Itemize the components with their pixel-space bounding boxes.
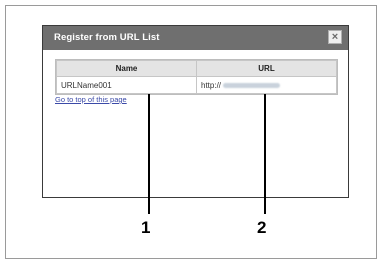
table-header-row: Name URL bbox=[56, 60, 337, 77]
callout-line-2 bbox=[264, 94, 266, 214]
close-button[interactable]: × bbox=[328, 30, 342, 44]
go-to-top-link[interactable]: Go to top of this page bbox=[55, 95, 127, 104]
dialog-title: Register from URL List bbox=[54, 32, 160, 43]
callout-label-2: 2 bbox=[257, 218, 267, 237]
callout-label-1: 1 bbox=[141, 218, 151, 237]
table-row[interactable]: URLName001 http:// bbox=[56, 76, 337, 94]
column-header-url: URL bbox=[196, 60, 337, 77]
cell-name: URLName001 bbox=[56, 76, 197, 94]
cell-url: http:// bbox=[196, 76, 337, 94]
close-icon: × bbox=[331, 30, 339, 43]
dialog-titlebar: Register from URL List × bbox=[43, 26, 348, 50]
column-header-name: Name bbox=[56, 60, 197, 77]
callout-line-1 bbox=[148, 94, 150, 214]
url-list-table: Name URL URLName001 http:// bbox=[55, 59, 338, 95]
url-text: http:// bbox=[201, 80, 222, 90]
register-dialog: Register from URL List × Name URL URLNam… bbox=[42, 25, 349, 198]
redacted-url bbox=[223, 82, 281, 88]
